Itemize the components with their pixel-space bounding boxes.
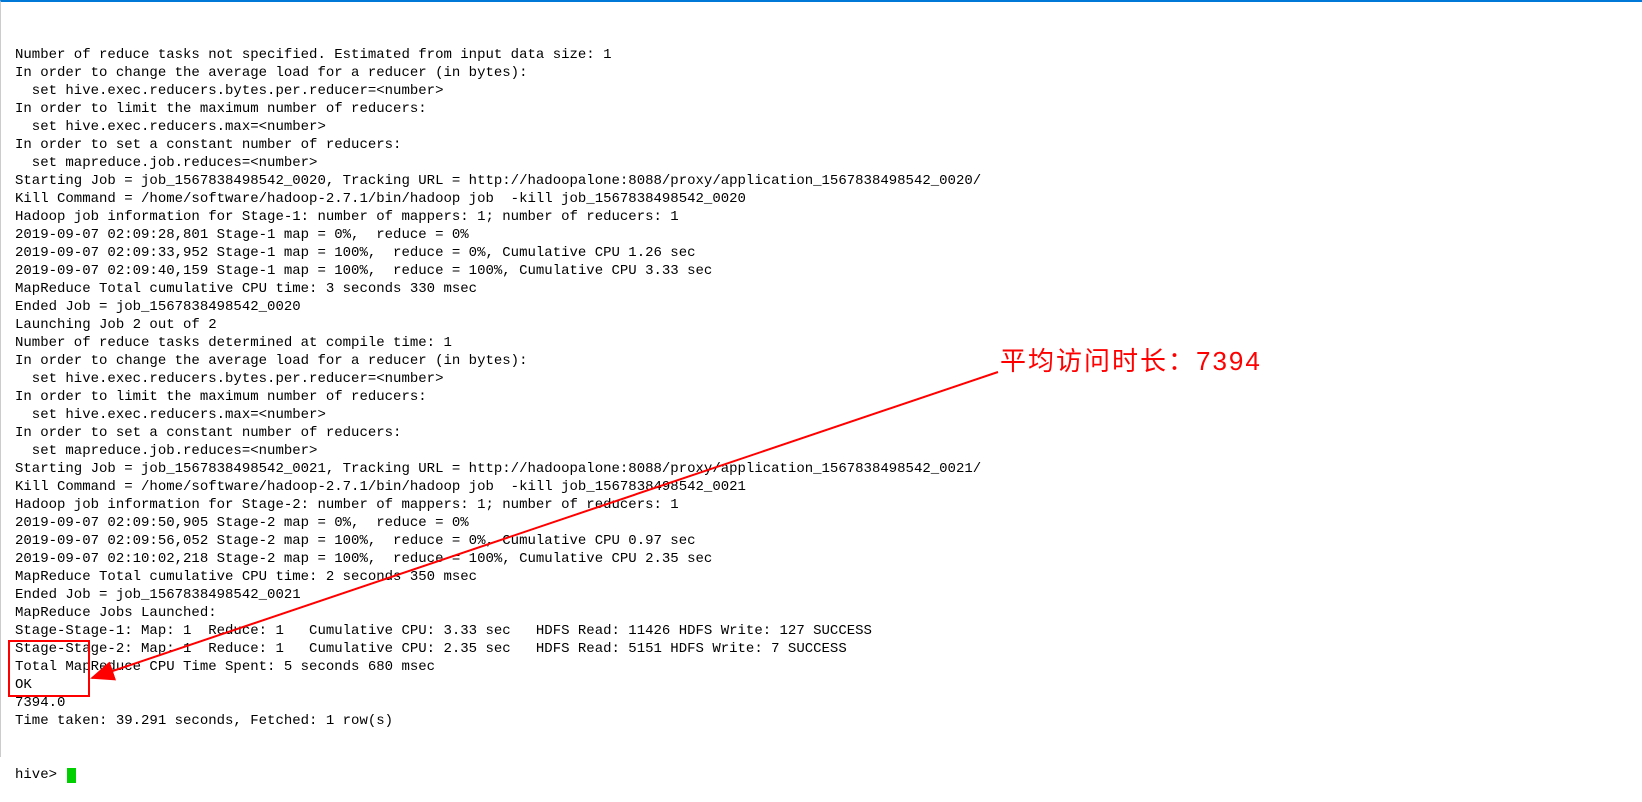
- terminal-line: Starting Job = job_1567838498542_0021, T…: [15, 460, 1630, 478]
- terminal-line: set hive.exec.reducers.max=<number>: [15, 406, 1630, 424]
- terminal-line: 7394.0: [15, 694, 1630, 712]
- terminal-line: In order to change the average load for …: [15, 64, 1630, 82]
- annotation-label: 平均访问时长：7394: [1000, 352, 1262, 370]
- terminal-line: Hadoop job information for Stage-2: numb…: [15, 496, 1630, 514]
- terminal-line: 2019-09-07 02:09:40,159 Stage-1 map = 10…: [15, 262, 1630, 280]
- terminal-line: Stage-Stage-2: Map: 1 Reduce: 1 Cumulati…: [15, 640, 1630, 658]
- terminal-line: set hive.exec.reducers.bytes.per.reducer…: [15, 370, 1630, 388]
- terminal-line: 2019-09-07 02:09:56,052 Stage-2 map = 10…: [15, 532, 1630, 550]
- terminal-line: MapReduce Total cumulative CPU time: 3 s…: [15, 280, 1630, 298]
- terminal-line: 2019-09-07 02:09:33,952 Stage-1 map = 10…: [15, 244, 1630, 262]
- terminal-line: In order to set a constant number of red…: [15, 136, 1630, 154]
- terminal-line: In order to limit the maximum number of …: [15, 100, 1630, 118]
- terminal-line: 2019-09-07 02:10:02,218 Stage-2 map = 10…: [15, 550, 1630, 568]
- terminal-output[interactable]: Number of reduce tasks not specified. Es…: [0, 0, 1642, 757]
- terminal-line: In order to set a constant number of red…: [15, 424, 1630, 442]
- terminal-line: Total MapReduce CPU Time Spent: 5 second…: [15, 658, 1630, 676]
- terminal-line: set mapreduce.job.reduces=<number>: [15, 154, 1630, 172]
- terminal-line: In order to change the average load for …: [15, 352, 1630, 370]
- cursor-icon: [67, 768, 76, 783]
- terminal-line: Ended Job = job_1567838498542_0021: [15, 586, 1630, 604]
- terminal-line: Launching Job 2 out of 2: [15, 316, 1630, 334]
- terminal-line: Ended Job = job_1567838498542_0020: [15, 298, 1630, 316]
- terminal-line: Hadoop job information for Stage-1: numb…: [15, 208, 1630, 226]
- terminal-line: Time taken: 39.291 seconds, Fetched: 1 r…: [15, 712, 1630, 730]
- terminal-line: set hive.exec.reducers.bytes.per.reducer…: [15, 82, 1630, 100]
- terminal-line: Stage-Stage-1: Map: 1 Reduce: 1 Cumulati…: [15, 622, 1630, 640]
- terminal-line: set hive.exec.reducers.max=<number>: [15, 118, 1630, 136]
- terminal-line: MapReduce Jobs Launched:: [15, 604, 1630, 622]
- terminal-line: OK: [15, 676, 1630, 694]
- terminal-line: MapReduce Total cumulative CPU time: 2 s…: [15, 568, 1630, 586]
- terminal-line: set mapreduce.job.reduces=<number>: [15, 442, 1630, 460]
- terminal-line: Number of reduce tasks determined at com…: [15, 334, 1630, 352]
- terminal-line: Starting Job = job_1567838498542_0020, T…: [15, 172, 1630, 190]
- terminal-line: 2019-09-07 02:09:50,905 Stage-2 map = 0%…: [15, 514, 1630, 532]
- hive-prompt-line[interactable]: hive>: [15, 766, 1630, 784]
- hive-prompt: hive>: [15, 766, 65, 784]
- terminal-line: In order to limit the maximum number of …: [15, 388, 1630, 406]
- terminal-line: Number of reduce tasks not specified. Es…: [15, 46, 1630, 64]
- terminal-line: 2019-09-07 02:09:28,801 Stage-1 map = 0%…: [15, 226, 1630, 244]
- terminal-line: Kill Command = /home/software/hadoop-2.7…: [15, 190, 1630, 208]
- terminal-line: Kill Command = /home/software/hadoop-2.7…: [15, 478, 1630, 496]
